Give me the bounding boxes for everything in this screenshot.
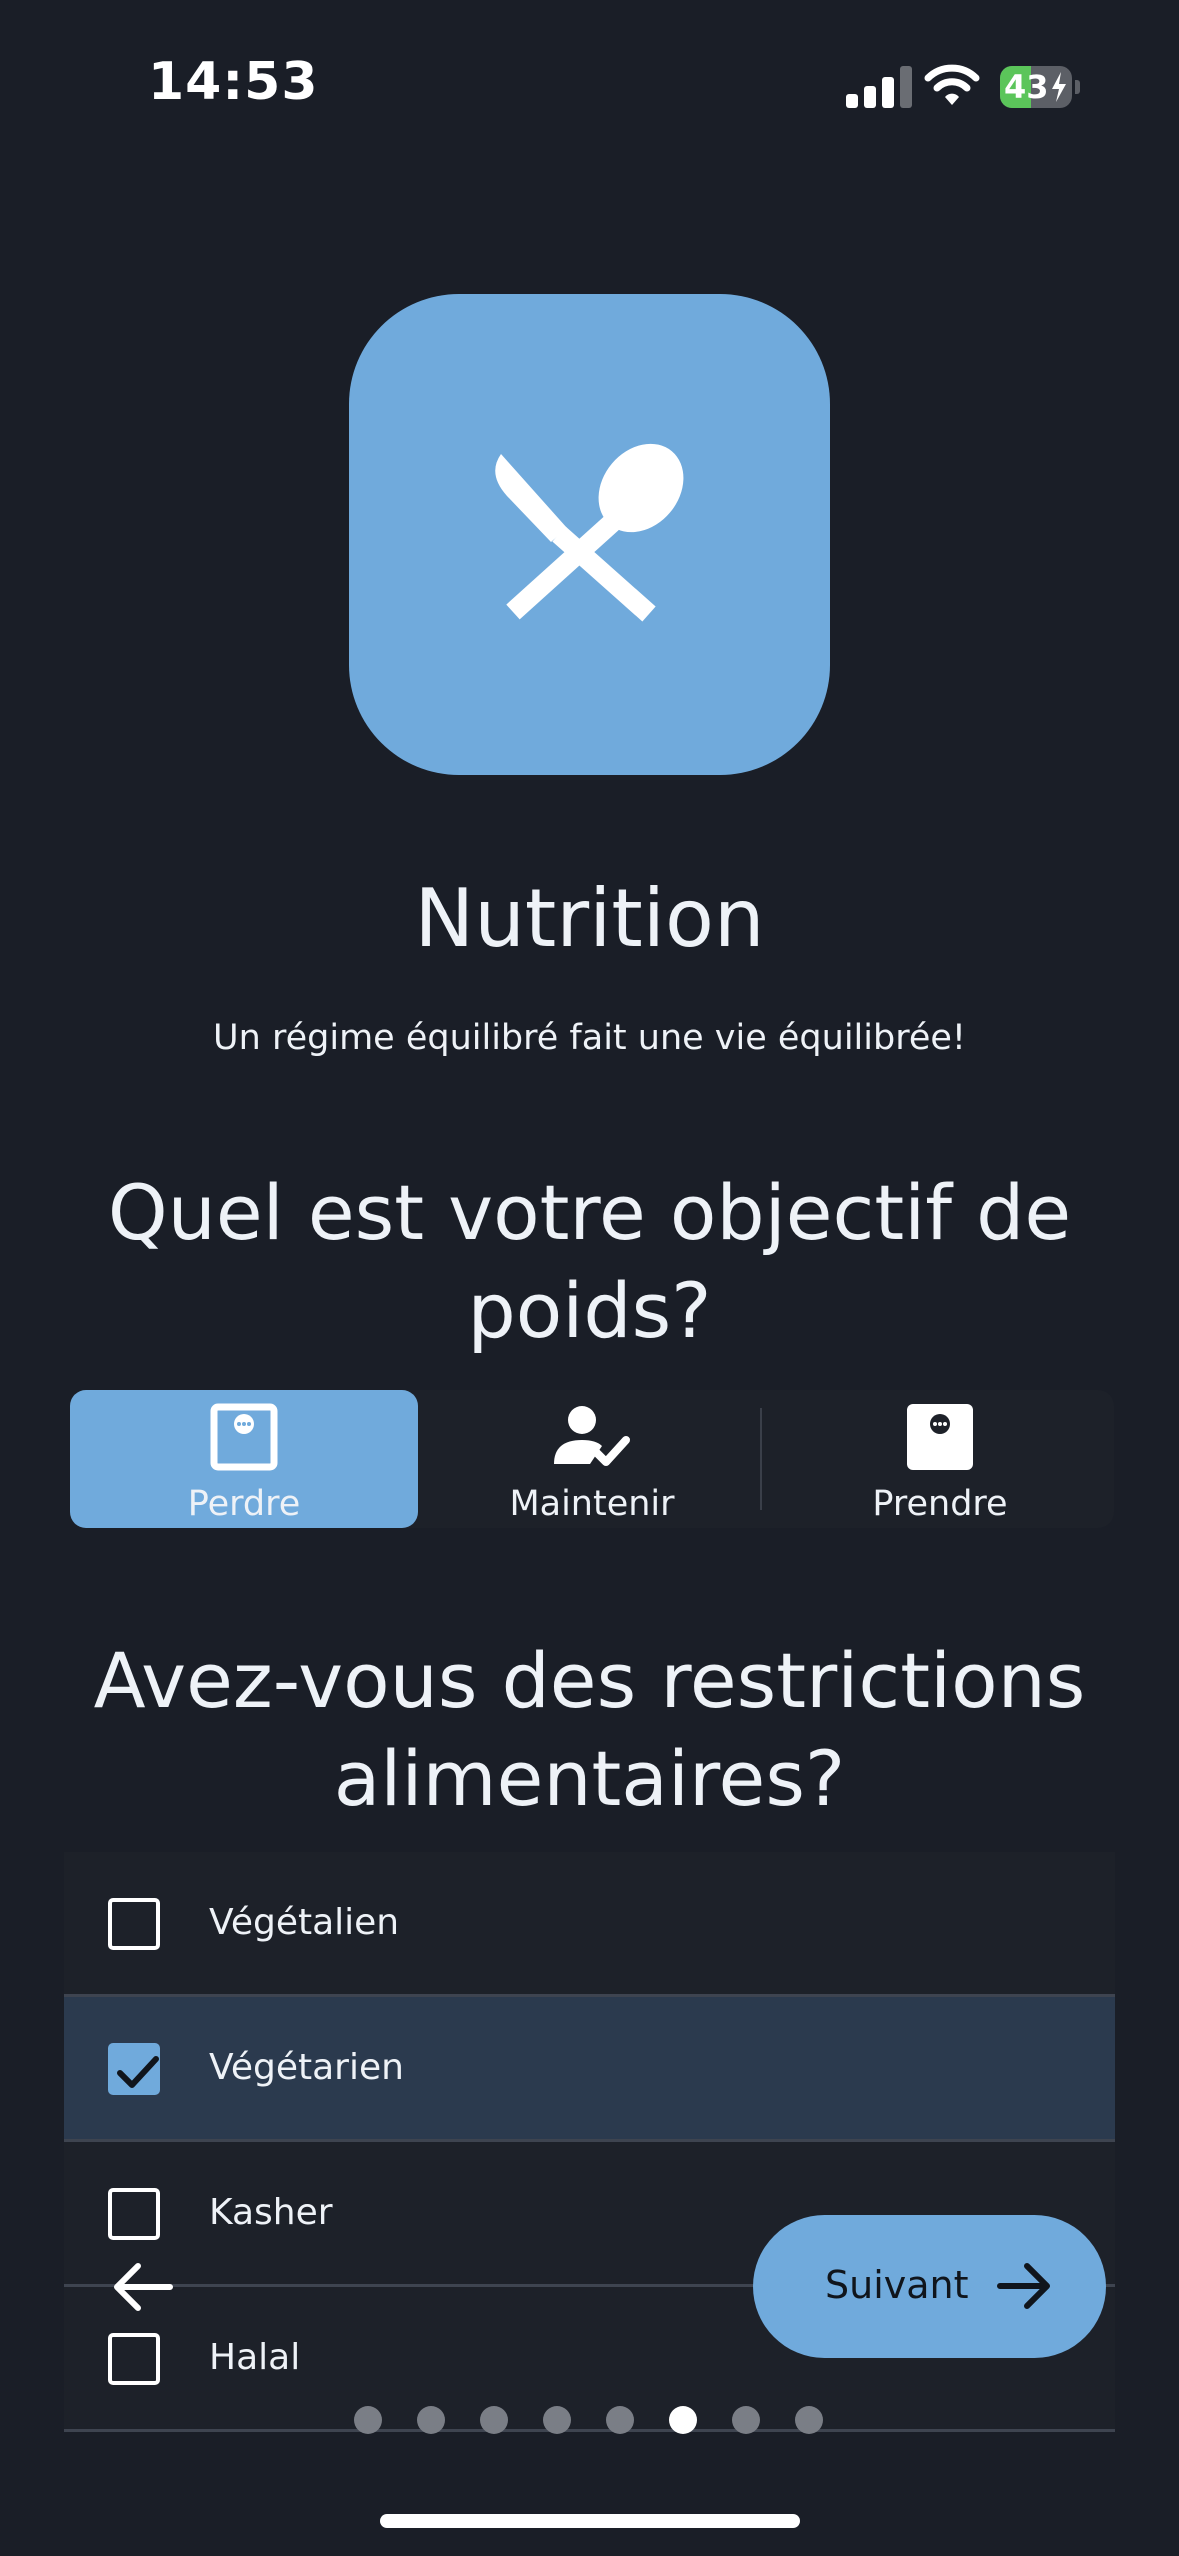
checkbox[interactable] — [108, 1898, 160, 1950]
step-dot — [606, 2406, 634, 2434]
step-dot — [795, 2406, 823, 2434]
goal-option-label: Perdre — [187, 1484, 301, 1524]
goal-option-label: Maintenir — [509, 1484, 675, 1524]
restriction-label: Végétarien — [209, 2047, 404, 2088]
page-subtitle: Un régime équilibré fait une vie équilib… — [213, 1018, 966, 1058]
goal-option-perdre[interactable]: Perdre — [70, 1390, 418, 1528]
step-dot — [480, 2406, 508, 2434]
battery-percent: 43 — [1004, 68, 1049, 106]
scale-icon — [210, 1403, 278, 1471]
arrow-right-icon — [997, 2263, 1050, 2309]
restrictions-question: Avez-vous des restrictions alimentaires? — [93, 1636, 1086, 1823]
checkbox[interactable] — [108, 2333, 160, 2385]
restriction-row-vegetalien[interactable]: Végétalien — [64, 1852, 1115, 1997]
goal-option-label: Prendre — [872, 1484, 1008, 1524]
status-time: 14:53 — [148, 52, 319, 112]
checkmark-icon — [117, 2056, 159, 2088]
checkbox[interactable] — [108, 2188, 160, 2240]
home-indicator[interactable] — [380, 2514, 800, 2528]
fork-spoon-icon — [495, 443, 684, 622]
restriction-label: Végétalien — [209, 1902, 400, 1943]
scale-filled-icon — [907, 1404, 973, 1470]
step-dot — [417, 2406, 445, 2434]
page-title: Nutrition — [414, 872, 765, 965]
next-button-label: Suivant — [825, 2263, 969, 2307]
weight-goal-selector: Perdre Maintenir Prendre — [70, 1390, 1114, 1528]
wifi-icon — [924, 64, 980, 105]
segment-divider — [760, 1408, 762, 1510]
step-dot — [732, 2406, 760, 2434]
goal-option-prendre[interactable]: Prendre — [766, 1390, 1114, 1528]
goal-option-maintenir[interactable]: Maintenir — [418, 1390, 766, 1528]
battery-icon: 43 — [1000, 66, 1080, 108]
arrow-left-icon[interactable] — [112, 2262, 174, 2312]
step-dot — [543, 2406, 571, 2434]
cellular-signal-icon — [846, 66, 912, 108]
restriction-label: Halal — [209, 2337, 301, 2378]
checkbox[interactable] — [108, 2043, 160, 2095]
restriction-label: Kasher — [209, 2192, 333, 2233]
next-button[interactable]: Suivant — [753, 2215, 1106, 2358]
charging-bolt-icon — [1052, 72, 1066, 102]
weight-goal-question: Quel est votre objectif de poids? — [107, 1168, 1072, 1355]
step-dot — [669, 2406, 697, 2434]
step-dot — [354, 2406, 382, 2434]
nutrition-hero-tile — [349, 294, 830, 775]
person-check-icon — [554, 1406, 630, 1466]
restriction-row-vegetarien[interactable]: Végétarien — [64, 1997, 1115, 2142]
